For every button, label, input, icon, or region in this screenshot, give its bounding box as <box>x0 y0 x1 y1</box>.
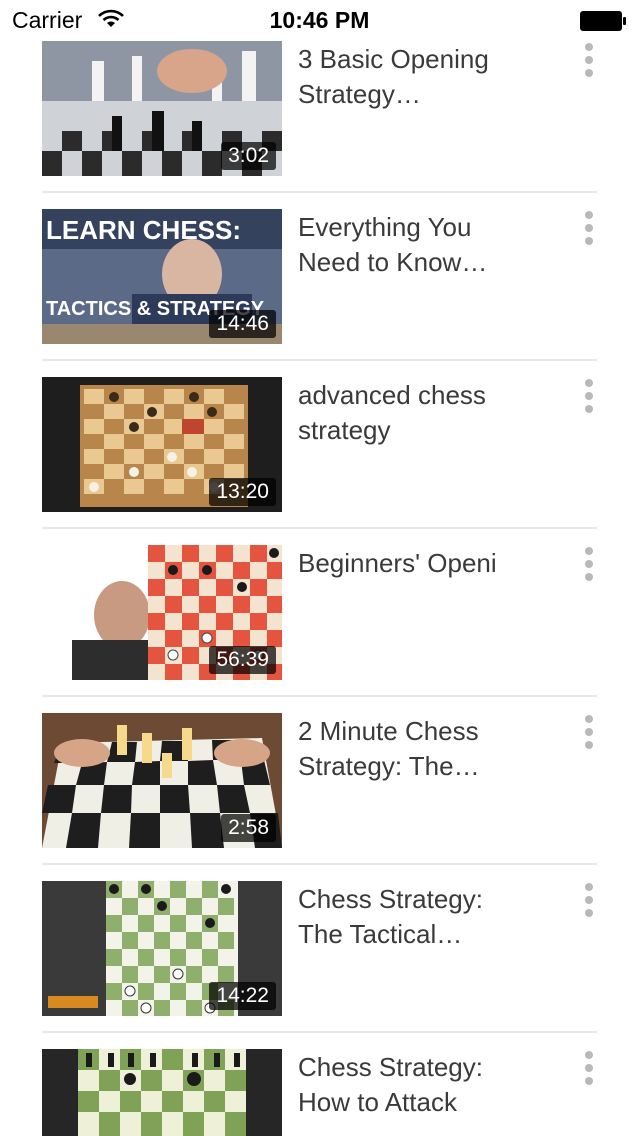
video-duration: 14:22 <box>209 982 276 1010</box>
more-options-icon[interactable] <box>580 43 598 83</box>
video-row[interactable]: Chess Strategy: How to Attack <box>42 1049 597 1136</box>
video-thumbnail[interactable]: LEARN CHESS: TACTICS & STRATEGY 14:46 <box>42 209 282 344</box>
video-duration: 2:58 <box>221 814 276 842</box>
more-options-icon[interactable] <box>580 547 598 587</box>
video-title-line: Strategy: The… <box>298 751 480 781</box>
more-options-icon[interactable] <box>580 211 598 251</box>
video-title[interactable]: Beginners' Openi <box>298 546 512 581</box>
row-separator <box>42 863 597 865</box>
video-duration: 14:46 <box>209 310 276 338</box>
video-thumbnail[interactable]: 14:22 <box>42 881 282 1016</box>
row-separator <box>42 191 597 193</box>
row-separator <box>42 527 597 529</box>
more-options-icon[interactable] <box>580 883 598 923</box>
video-row[interactable]: 3:02 3 Basic Opening Strategy… <box>42 41 598 193</box>
video-title-line: The Tactical… <box>298 919 463 949</box>
video-title[interactable]: Chess Strategy: How to Attack <box>298 1050 512 1120</box>
video-title-line: 3 Basic Opening <box>298 44 489 74</box>
video-duration: 3:02 <box>221 142 276 170</box>
battery-icon <box>579 10 627 37</box>
row-separator <box>42 1031 597 1033</box>
video-title-line: Chess Strategy: <box>298 1052 483 1082</box>
more-options-icon[interactable] <box>580 1051 597 1091</box>
video-title-line: advanced chess <box>298 380 486 410</box>
row-separator <box>42 695 597 697</box>
video-title[interactable]: Chess Strategy: The Tactical… <box>298 882 512 952</box>
status-bar: Carrier 10:46 PM <box>0 0 639 40</box>
video-title[interactable]: 2 Minute Chess Strategy: The… <box>298 714 512 784</box>
thumbnail-caption-top: LEARN CHESS: <box>46 215 241 245</box>
video-thumbnail[interactable]: 2:58 <box>42 713 282 848</box>
video-title[interactable]: advanced chess strategy <box>298 378 512 448</box>
video-title-line: 2 Minute Chess <box>298 716 479 746</box>
video-thumbnail[interactable]: 13:20 <box>42 377 282 512</box>
video-title-line: Need to Know… <box>298 247 488 277</box>
video-duration: 13:20 <box>209 478 276 506</box>
video-title-line: Strategy… <box>298 79 421 109</box>
video-thumbnail[interactable]: 56:39 <box>42 545 282 680</box>
video-title[interactable]: 3 Basic Opening Strategy… <box>298 42 512 112</box>
video-thumbnail[interactable] <box>42 1049 282 1136</box>
video-title-line: strategy <box>298 415 391 445</box>
video-row[interactable]: LEARN CHESS: TACTICS & STRATEGY 14:46 Ev… <box>42 209 598 361</box>
video-title-line: How to Attack <box>298 1087 457 1117</box>
video-duration: 56:39 <box>209 646 276 674</box>
video-thumbnail[interactable]: 3:02 <box>42 41 282 176</box>
video-title[interactable]: Everything You Need to Know… <box>298 210 512 280</box>
video-row[interactable]: 13:20 advanced chess strategy <box>42 377 598 529</box>
status-time: 10:46 PM <box>269 7 370 33</box>
video-row[interactable]: 56:39 Beginners' Openi <box>42 545 598 697</box>
video-title-line: Beginners' Openi <box>298 548 497 578</box>
video-title-line: Chess Strategy: <box>298 884 483 914</box>
video-row[interactable]: 2:58 2 Minute Chess Strategy: The… <box>42 713 598 865</box>
more-options-icon[interactable] <box>580 379 598 419</box>
video-title-line: Everything You <box>298 212 472 242</box>
more-options-icon[interactable] <box>580 715 598 755</box>
video-row[interactable]: 14:22 Chess Strategy: The Tactical… <box>42 881 598 1033</box>
row-separator <box>42 359 597 361</box>
